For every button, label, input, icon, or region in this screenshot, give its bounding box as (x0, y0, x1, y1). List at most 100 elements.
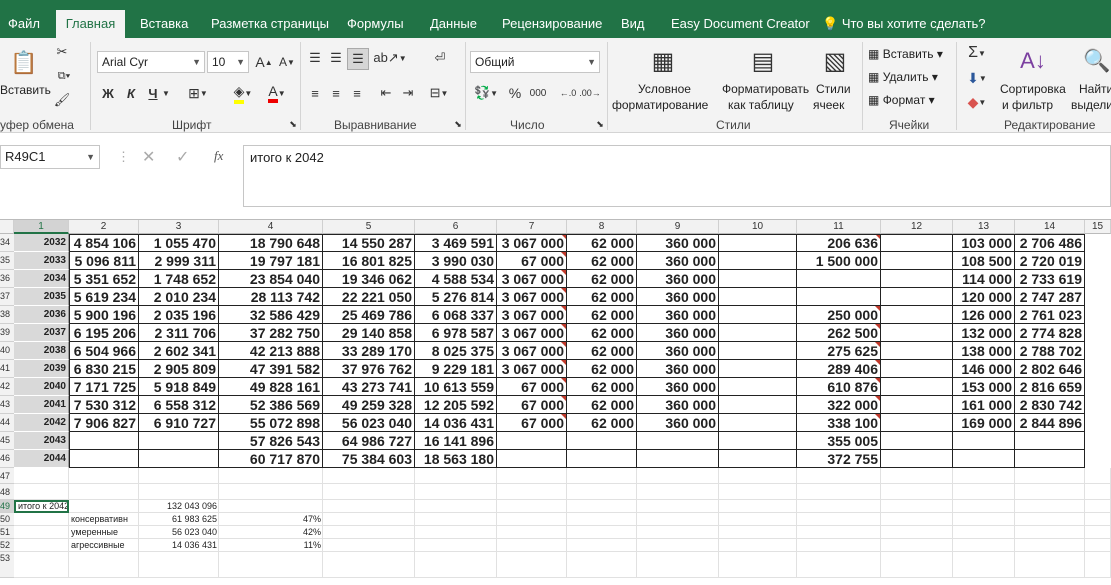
table-cell[interactable] (881, 270, 953, 288)
align-right-icon[interactable]: ≡ (347, 83, 367, 103)
table-cell[interactable]: 75 384 603 (323, 450, 415, 468)
table-cell[interactable]: 250 000 (797, 306, 881, 324)
table-cell[interactable]: 132 000 (953, 324, 1015, 342)
table-cell[interactable] (719, 396, 797, 414)
grid-cell[interactable] (637, 552, 719, 578)
row-header[interactable]: 50 (0, 513, 14, 526)
year-cell[interactable]: 2042 (14, 414, 69, 432)
grid-cell[interactable] (637, 500, 719, 513)
table-cell[interactable]: 1 055 470 (139, 234, 219, 252)
year-cell[interactable]: 2037 (14, 324, 69, 342)
grid-cell[interactable] (881, 539, 953, 552)
table-cell[interactable]: 275 625 (797, 342, 881, 360)
align-center-icon[interactable]: ≡ (326, 83, 346, 103)
format-cells-button[interactable]: ▦ Формат ▾ (868, 93, 935, 107)
worksheet-grid[interactable]: 1 2 3 4 5 6 7 8 9 10 11 12 13 14 15 34 2032 4 854 106 1 0… (0, 219, 1111, 585)
table-cell[interactable] (719, 234, 797, 252)
grid-cell[interactable] (797, 484, 881, 500)
grid-cell[interactable] (567, 552, 637, 578)
grid-cell[interactable] (567, 539, 637, 552)
table-cell[interactable]: 360 000 (637, 306, 719, 324)
row-header[interactable]: 44 (0, 414, 14, 432)
column-header[interactable]: 8 (567, 220, 637, 234)
table-cell[interactable]: 28 113 742 (219, 288, 323, 306)
table-cell[interactable] (69, 450, 139, 468)
table-cell[interactable]: 3 067 000 (497, 234, 567, 252)
table-cell[interactable]: 6 978 587 (415, 324, 497, 342)
table-cell[interactable]: 3 990 030 (415, 252, 497, 270)
table-cell[interactable]: 64 986 727 (323, 432, 415, 450)
table-cell[interactable]: 3 067 000 (497, 270, 567, 288)
table-cell[interactable]: 2 720 019 (1015, 252, 1085, 270)
table-cell[interactable]: 2 706 486 (1015, 234, 1085, 252)
select-all-corner[interactable] (0, 220, 14, 234)
table-cell[interactable]: 6 504 966 (69, 342, 139, 360)
table-cell[interactable]: 108 500 (953, 252, 1015, 270)
table-cell[interactable]: 4 854 106 (69, 234, 139, 252)
summary-label[interactable]: умеренные (71, 526, 118, 539)
table-cell[interactable] (139, 450, 219, 468)
summary-value[interactable]: 132 043 096 (139, 500, 217, 513)
currency-format-icon[interactable]: 💱 ▼ (470, 83, 502, 103)
table-cell[interactable]: 19 797 181 (219, 252, 323, 270)
grid-cell[interactable] (14, 513, 69, 526)
grid-cell[interactable] (637, 484, 719, 500)
year-cell[interactable]: 2036 (14, 306, 69, 324)
table-cell[interactable]: 2 830 742 (1015, 396, 1085, 414)
grid-cell[interactable] (323, 500, 415, 513)
grid-cell[interactable] (719, 500, 797, 513)
year-cell[interactable]: 2044 (14, 450, 69, 468)
table-cell[interactable]: 47 391 582 (219, 360, 323, 378)
row-header[interactable]: 37 (0, 288, 14, 306)
table-cell[interactable] (881, 432, 953, 450)
cancel-icon[interactable]: ✕ (142, 147, 155, 167)
table-cell[interactable]: 49 259 328 (323, 396, 415, 414)
cell-styles-label-2[interactable]: ячеек (813, 98, 844, 112)
table-cell[interactable] (881, 342, 953, 360)
table-cell[interactable]: 360 000 (637, 252, 719, 270)
table-cell[interactable]: 9 229 181 (415, 360, 497, 378)
table-cell[interactable]: 5 096 811 (69, 252, 139, 270)
table-cell[interactable]: 67 000 (497, 252, 567, 270)
row-header[interactable]: 36 (0, 270, 14, 288)
column-header[interactable]: 6 (415, 220, 497, 234)
table-cell[interactable] (719, 252, 797, 270)
table-cell[interactable]: 14 550 287 (323, 234, 415, 252)
summary-percent[interactable]: 42% (219, 526, 321, 539)
increase-indent-icon[interactable]: ⇥ (398, 83, 418, 103)
year-cell[interactable]: 2035 (14, 288, 69, 306)
grid-cell[interactable] (881, 552, 953, 578)
grid-cell[interactable] (1085, 539, 1111, 552)
table-cell[interactable]: 3 469 591 (415, 234, 497, 252)
table-cell[interactable]: 2 816 659 (1015, 378, 1085, 396)
conditional-formatting-icon[interactable]: ▦ (646, 44, 680, 78)
grid-cell[interactable] (323, 552, 415, 578)
grid-cell[interactable] (323, 526, 415, 539)
formula-input[interactable]: итого к 2042 (243, 145, 1111, 207)
column-header[interactable]: 3 (139, 220, 219, 234)
table-cell[interactable] (1015, 450, 1085, 468)
column-header[interactable]: 4 (219, 220, 323, 234)
table-cell[interactable]: 2 035 196 (139, 306, 219, 324)
grid-cell[interactable] (797, 468, 881, 484)
table-cell[interactable] (719, 324, 797, 342)
wrap-text-icon[interactable]: ⏎ (430, 48, 450, 68)
autosum-icon[interactable]: Σ ▼ (962, 43, 992, 63)
table-cell[interactable] (881, 306, 953, 324)
table-cell[interactable]: 2 802 646 (1015, 360, 1085, 378)
year-cell[interactable]: 2032 (14, 234, 69, 252)
grid-cell[interactable] (139, 468, 219, 484)
table-cell[interactable]: 126 000 (953, 306, 1015, 324)
table-cell[interactable] (797, 288, 881, 306)
find-select-icon[interactable]: 🔍 (1083, 44, 1111, 78)
table-cell[interactable] (881, 252, 953, 270)
table-cell[interactable]: 6 195 206 (69, 324, 139, 342)
table-cell[interactable] (719, 306, 797, 324)
grid-cell[interactable] (69, 552, 139, 578)
table-cell[interactable] (139, 432, 219, 450)
grid-cell[interactable] (953, 526, 1015, 539)
tab-insert[interactable]: Вставка (140, 0, 188, 38)
grid-cell[interactable] (797, 552, 881, 578)
dialog-launcher-icon[interactable]: ⬊ (288, 118, 298, 130)
grid-cell[interactable] (14, 539, 69, 552)
